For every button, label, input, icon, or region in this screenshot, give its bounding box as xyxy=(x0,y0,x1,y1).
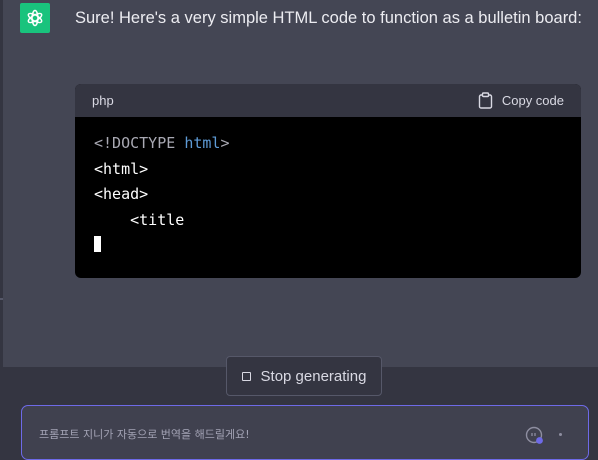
code-body: <!DOCTYPE html> <html> <head> <title xyxy=(75,117,581,273)
assistant-message: Sure! Here's a very simple HTML code to … xyxy=(75,9,582,27)
code-language-label: php xyxy=(92,93,114,108)
code-line: <!DOCTYPE html> xyxy=(94,131,562,157)
stop-generating-label: Stop generating xyxy=(260,367,367,385)
prompt-dot-icon xyxy=(559,433,562,436)
code-line: <html> xyxy=(94,157,562,183)
clipboard-icon xyxy=(478,92,493,109)
code-token: html xyxy=(184,134,221,152)
stop-square-icon xyxy=(241,371,251,381)
prompt-genie-icon[interactable] xyxy=(524,425,546,447)
code-line-cursor xyxy=(94,233,562,259)
chatgpt-logo-icon xyxy=(27,9,43,27)
code-line: <head> xyxy=(94,182,562,208)
code-token: <!DOCTYPE xyxy=(94,134,185,152)
typing-cursor xyxy=(94,236,101,252)
chat-page: Sure! Here's a very simple HTML code to … xyxy=(0,0,598,460)
sidebar-edge-mark xyxy=(0,298,3,300)
copy-code-label: Copy code xyxy=(501,93,564,108)
code-block: php Copy code <!DOCTYPE html> <html> <head… xyxy=(75,84,581,278)
code-lines: <!DOCTYPE html> <html> <head> <title xyxy=(94,131,562,233)
code-block-header: php Copy code xyxy=(75,84,581,117)
copy-code-button[interactable]: Copy code xyxy=(478,92,564,109)
prompt-placeholder: 프롬프트 지니가 자동으로 번역을 해드릴게요! xyxy=(39,428,250,441)
chatgpt-avatar-icon xyxy=(20,3,50,33)
code-token: <html> xyxy=(94,159,149,178)
stop-generating-button[interactable]: Stop generating xyxy=(226,356,382,396)
code-token: <title xyxy=(94,210,185,229)
prompt-input[interactable]: 프롬프트 지니가 자동으로 번역을 해드릴게요! xyxy=(21,405,589,460)
code-token: > xyxy=(220,134,230,152)
code-line: <title xyxy=(94,208,562,234)
code-token: <head> xyxy=(94,185,149,203)
